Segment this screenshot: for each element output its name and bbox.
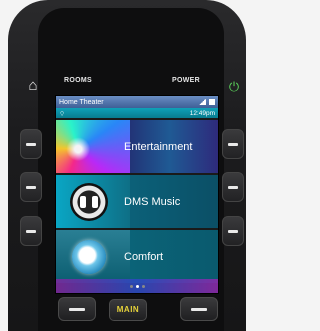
page-dot-active[interactable] (135, 285, 139, 288)
status-icons (199, 99, 215, 105)
rooms-label: ROOMS (64, 77, 92, 84)
signal-icon (199, 99, 206, 105)
headphones-icon (70, 183, 108, 221)
sub-bar: ⌔ 12:49pm (56, 108, 218, 118)
tile-comfort[interactable]: Comfort (56, 230, 218, 283)
tile-label: Comfort (124, 250, 164, 263)
left-soft-button-2[interactable] (20, 172, 42, 202)
page-dot[interactable] (129, 285, 133, 288)
touch-screen: Home Theater ⌔ 12:49pm Entertainment DMS… (55, 95, 219, 294)
thermostat-icon (72, 240, 106, 274)
page-indicator[interactable] (56, 285, 218, 288)
page-dot[interactable] (141, 285, 145, 288)
tile-label: Entertainment (124, 140, 193, 153)
right-soft-button-3[interactable] (222, 216, 244, 246)
room-title: Home Theater (59, 98, 104, 106)
right-soft-button-2[interactable] (222, 172, 244, 202)
status-bar: Home Theater (56, 96, 218, 108)
clock: 12:49pm (189, 109, 215, 117)
dms-music-art (56, 175, 130, 228)
right-soft-button-1[interactable] (222, 129, 244, 159)
power-icon[interactable]: ⏻ (226, 77, 242, 97)
battery-icon (209, 99, 215, 105)
tile-entertainment[interactable]: Entertainment (56, 120, 218, 173)
power-label: POWER (172, 77, 200, 84)
tile-dms-music[interactable]: DMS Music (56, 175, 218, 228)
remote-screenshot: ⌂ ROOMS POWER ⏻ Home Theater ⌔ 12:49pm E… (0, 0, 247, 331)
left-soft-button-3[interactable] (20, 216, 42, 246)
wifi-icon: ⌔ (59, 110, 66, 118)
main-button[interactable]: MAIN (109, 299, 147, 321)
entertainment-art-icon (56, 120, 130, 173)
comfort-art (56, 230, 130, 283)
left-soft-button-1[interactable] (20, 129, 42, 159)
bottom-right-button[interactable] (180, 297, 218, 321)
tile-label: DMS Music (124, 195, 181, 208)
home-icon[interactable]: ⌂ (22, 73, 44, 99)
bottom-left-button[interactable] (58, 297, 96, 321)
